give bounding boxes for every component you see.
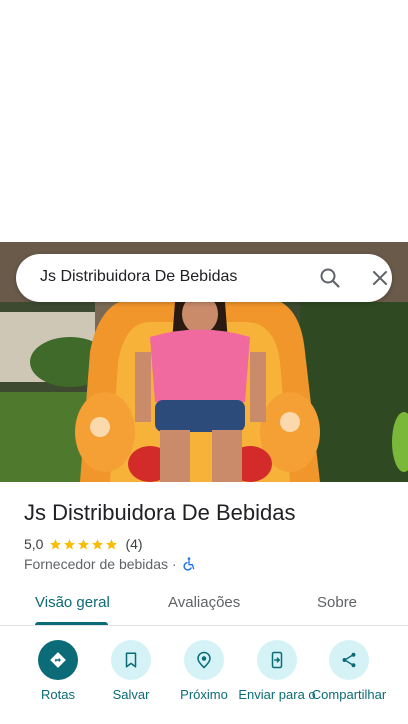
send-to-phone-icon <box>271 651 283 669</box>
save-label: Salvar <box>112 687 150 702</box>
bookmark-icon <box>125 652 137 668</box>
category-row: Fornecedor de bebidas · <box>24 555 197 573</box>
tab-overview[interactable]: Visão geral <box>35 594 110 611</box>
save-button-circle[interactable] <box>111 640 151 680</box>
share-button[interactable]: Compartilhar <box>309 640 389 702</box>
tab-reviews[interactable]: Avaliações <box>168 594 240 611</box>
share-icon <box>342 652 356 668</box>
nearby-button[interactable]: Próximo <box>164 640 244 702</box>
share-button-circle[interactable] <box>329 640 369 680</box>
map-area <box>0 0 408 242</box>
star-rating <box>49 538 119 551</box>
wheelchair-accessible-icon <box>183 557 195 571</box>
star-icon <box>50 538 62 549</box>
send-to-phone-button[interactable]: Enviar para o <box>237 640 317 702</box>
tab-about[interactable]: Sobre <box>317 594 357 611</box>
save-button[interactable]: Salvar <box>91 640 171 702</box>
send-to-phone-label: Enviar para o <box>238 687 316 702</box>
send-to-phone-button-circle[interactable] <box>257 640 297 680</box>
nearby-button-circle[interactable] <box>184 640 224 680</box>
tab-bar: Visão geral Avaliações Sobre <box>0 582 408 626</box>
separator: · <box>172 556 177 572</box>
active-tab-indicator <box>35 622 108 625</box>
close-icon[interactable] <box>368 266 392 290</box>
star-icon <box>64 538 76 549</box>
nearby-icon <box>197 651 211 669</box>
directions-button[interactable]: Rotas <box>18 640 98 702</box>
search-query-text[interactable]: Js Distribuidora De Bebidas <box>40 268 237 286</box>
star-icon <box>106 538 118 549</box>
directions-label: Rotas <box>41 687 75 702</box>
action-bar: Rotas Salvar Próximo Enviar para o Compa… <box>0 640 408 724</box>
directions-button-circle[interactable] <box>38 640 78 680</box>
rating-value: 5,0 <box>24 536 44 552</box>
place-category: Fornecedor de bebidas <box>24 556 168 572</box>
directions-icon <box>50 652 66 668</box>
review-count[interactable]: (4) <box>125 536 142 552</box>
star-icon <box>78 538 90 549</box>
star-icon <box>92 538 104 549</box>
rating-row[interactable]: 5,0 (4) <box>24 535 143 553</box>
search-icon[interactable] <box>318 266 342 290</box>
search-bar[interactable]: Js Distribuidora De Bebidas <box>16 254 392 302</box>
place-title: Js Distribuidora De Bebidas <box>24 500 296 525</box>
share-label: Compartilhar <box>311 687 387 702</box>
nearby-label: Próximo <box>180 687 228 702</box>
